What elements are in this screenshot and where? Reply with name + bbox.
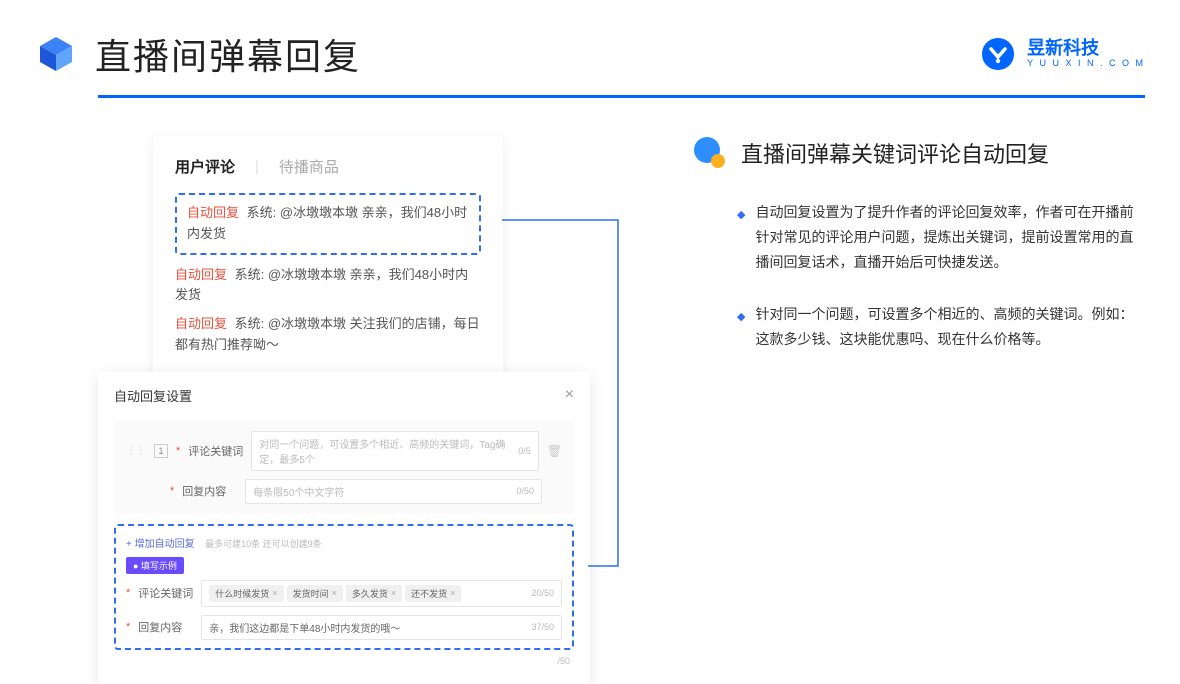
ex-keyword-input[interactable]: 什么时候发货×发货时间×多久发货×还不发货× 20/50 xyxy=(201,580,562,607)
left-column: 用户评论 | 待播商品 自动回复 系统: @冰墩墩本墩 亲亲，我们48小时内发货… xyxy=(98,136,608,684)
brand-logo-icon xyxy=(979,35,1017,73)
ex-content-count: 37/50 xyxy=(531,622,554,632)
row-number: 1 xyxy=(154,444,168,458)
required-dot: * xyxy=(126,587,130,599)
required-dot: * xyxy=(176,445,180,457)
tag-chip[interactable]: 多久发货× xyxy=(346,585,402,602)
example-keyword-row: * 评论关键词 什么时候发货×发货时间×多久发货×还不发货× 20/50 xyxy=(126,580,562,607)
footer-count: /50 xyxy=(114,656,574,666)
cube-icon xyxy=(35,33,77,75)
keyword-label: 评论关键词 xyxy=(188,443,243,459)
ex-keyword-label: 评论关键词 xyxy=(138,585,193,601)
ex-content-value: 亲，我们这边都是下单48小时内发货的哦～ xyxy=(209,620,400,635)
required-dot: * xyxy=(126,621,130,633)
trash-icon[interactable]: 🗑 xyxy=(547,444,562,458)
comment-line: 自动回复 系统: @冰墩墩本墩 亲亲，我们48小时内发货 xyxy=(175,265,481,307)
content-row: * 回复内容 每条限50个中文字符 0/50 xyxy=(126,479,562,504)
auto-reply-settings-dialog: 自动回复设置 × ⋮⋮ 1 * 评论关键词 对同一个问题，可设置多个相近、高频的… xyxy=(98,372,590,684)
diamond-icon: ◆ xyxy=(737,308,745,352)
tab-user-comments[interactable]: 用户评论 xyxy=(175,156,235,177)
content-label: 回复内容 xyxy=(182,483,237,499)
tag-remove-icon[interactable]: × xyxy=(391,588,396,598)
diamond-icon: ◆ xyxy=(737,206,745,276)
brand: 昱新科技 Y U U X I N . C O M xyxy=(979,35,1145,73)
page-header: 直播间弹幕回复 昱新科技 Y U U X I N . C O M xyxy=(0,0,1180,80)
keyword-placeholder: 对同一个问题，可设置多个相近、高频的关键词，Tag确定，最多5个 xyxy=(259,436,518,466)
right-header: 直播间弹幕关键词评论自动回复 xyxy=(693,136,1145,170)
page-title: 直播间弹幕回复 xyxy=(95,28,361,80)
auto-reply-tag: 自动回复 xyxy=(175,316,227,331)
tab-divider: | xyxy=(255,158,259,175)
tag-chip[interactable]: 发货时间× xyxy=(287,585,343,602)
content-input[interactable]: 每条限50个中文字符 0/50 xyxy=(245,479,542,504)
close-icon[interactable]: × xyxy=(565,386,574,404)
ex-content-label: 回复内容 xyxy=(138,619,193,635)
bullet-text: 自动回复设置为了提升作者的评论回复效率，作者可在开播前针对常见的评论用户问题，提… xyxy=(755,200,1145,276)
brand-text: 昱新科技 Y U U X I N . C O M xyxy=(1027,39,1145,69)
example-block: + 增加自动回复 最多可建10条 还可以创建9条 ● 填写示例 * 评论关键词 … xyxy=(114,524,574,650)
bullet-text: 针对同一个问题，可设置多个相近的、高频的关键词。例如：这款多少钱、这块能优惠吗、… xyxy=(755,302,1145,352)
main-content: 用户评论 | 待播商品 自动回复 系统: @冰墩墩本墩 亲亲，我们48小时内发货… xyxy=(0,98,1180,684)
form-block: ⋮⋮ 1 * 评论关键词 对同一个问题，可设置多个相近、高频的关键词，Tag确定… xyxy=(114,421,574,514)
right-column: 直播间弹幕关键词评论自动回复 ◆ 自动回复设置为了提升作者的评论回复效率，作者可… xyxy=(693,136,1145,684)
chat-bubble-icon xyxy=(693,136,727,170)
keyword-row: ⋮⋮ 1 * 评论关键词 对同一个问题，可设置多个相近、高频的关键词，Tag确定… xyxy=(126,431,562,471)
brand-name: 昱新科技 xyxy=(1027,39,1145,59)
tag-chip[interactable]: 还不发货× xyxy=(405,585,461,602)
tag-remove-icon[interactable]: × xyxy=(450,588,455,598)
keyword-count: 0/5 xyxy=(518,446,531,456)
ex-content-input[interactable]: 亲，我们这边都是下单48小时内发货的哦～ 37/50 xyxy=(201,615,562,640)
header-left: 直播间弹幕回复 xyxy=(35,28,361,80)
comments-card: 用户评论 | 待播商品 自动回复 系统: @冰墩墩本墩 亲亲，我们48小时内发货… xyxy=(153,136,503,382)
right-title: 直播间弹幕关键词评论自动回复 xyxy=(741,137,1049,169)
add-hint: 最多可建10条 还可以创建9条 xyxy=(205,539,322,549)
highlighted-comment: 自动回复 系统: @冰墩墩本墩 亲亲，我们48小时内发货 xyxy=(175,193,481,255)
bullet-item: ◆ 自动回复设置为了提升作者的评论回复效率，作者可在开播前针对常见的评论用户问题… xyxy=(693,200,1145,276)
dialog-title: 自动回复设置 xyxy=(114,386,192,405)
add-row: + 增加自动回复 最多可建10条 还可以创建9条 xyxy=(126,534,562,556)
bullet-item: ◆ 针对同一个问题，可设置多个相近的、高频的关键词。例如：这款多少钱、这块能优惠… xyxy=(693,302,1145,352)
tag-remove-icon[interactable]: × xyxy=(332,588,337,598)
add-auto-reply-link[interactable]: + 增加自动回复 xyxy=(126,535,195,550)
ex-keyword-count: 20/50 xyxy=(531,588,554,598)
comment-line: 自动回复 系统: @冰墩墩本墩 关注我们的店铺，每日都有热门推荐呦～ xyxy=(175,314,481,356)
auto-reply-tag: 自动回复 xyxy=(175,267,227,282)
tag-remove-icon[interactable]: × xyxy=(272,588,277,598)
auto-reply-tag: 自动回复 xyxy=(187,205,239,220)
tag-chip[interactable]: 什么时候发货× xyxy=(209,585,283,602)
example-badge: ● 填写示例 xyxy=(126,557,184,574)
drag-handle-icon[interactable]: ⋮⋮ xyxy=(126,445,146,456)
brand-url: Y U U X I N . C O M xyxy=(1027,59,1145,69)
required-dot: * xyxy=(170,485,174,497)
tags-container: 什么时候发货×发货时间×多久发货×还不发货× xyxy=(209,585,464,602)
keyword-input[interactable]: 对同一个问题，可设置多个相近、高频的关键词，Tag确定，最多5个 0/5 xyxy=(251,431,538,471)
tab-pending-products[interactable]: 待播商品 xyxy=(279,156,339,177)
dialog-header: 自动回复设置 × xyxy=(114,386,574,413)
content-count: 0/50 xyxy=(516,486,534,496)
content-placeholder: 每条限50个中文字符 xyxy=(253,484,344,499)
comment-line: 自动回复 系统: @冰墩墩本墩 亲亲，我们48小时内发货 xyxy=(187,203,469,245)
tabs: 用户评论 | 待播商品 xyxy=(175,156,481,177)
example-content-row: * 回复内容 亲，我们这边都是下单48小时内发货的哦～ 37/50 xyxy=(126,615,562,640)
